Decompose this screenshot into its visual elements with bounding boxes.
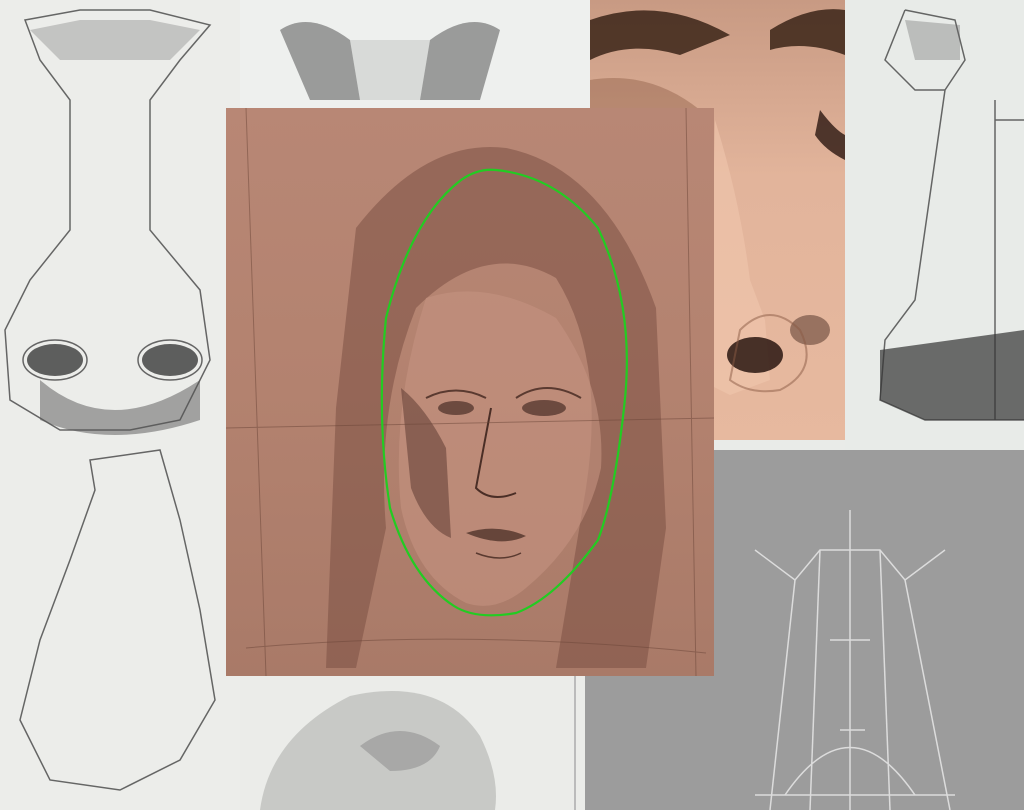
- right-nose-sketch-panel: [845, 0, 1024, 450]
- bottom-nose-sketch-panel: [240, 676, 585, 810]
- top-nose-sketch-panel: [240, 0, 590, 110]
- face-shape: [398, 291, 602, 606]
- left-nose-sketch-panel: [0, 0, 240, 810]
- portrait-sketch-panel: [226, 108, 714, 676]
